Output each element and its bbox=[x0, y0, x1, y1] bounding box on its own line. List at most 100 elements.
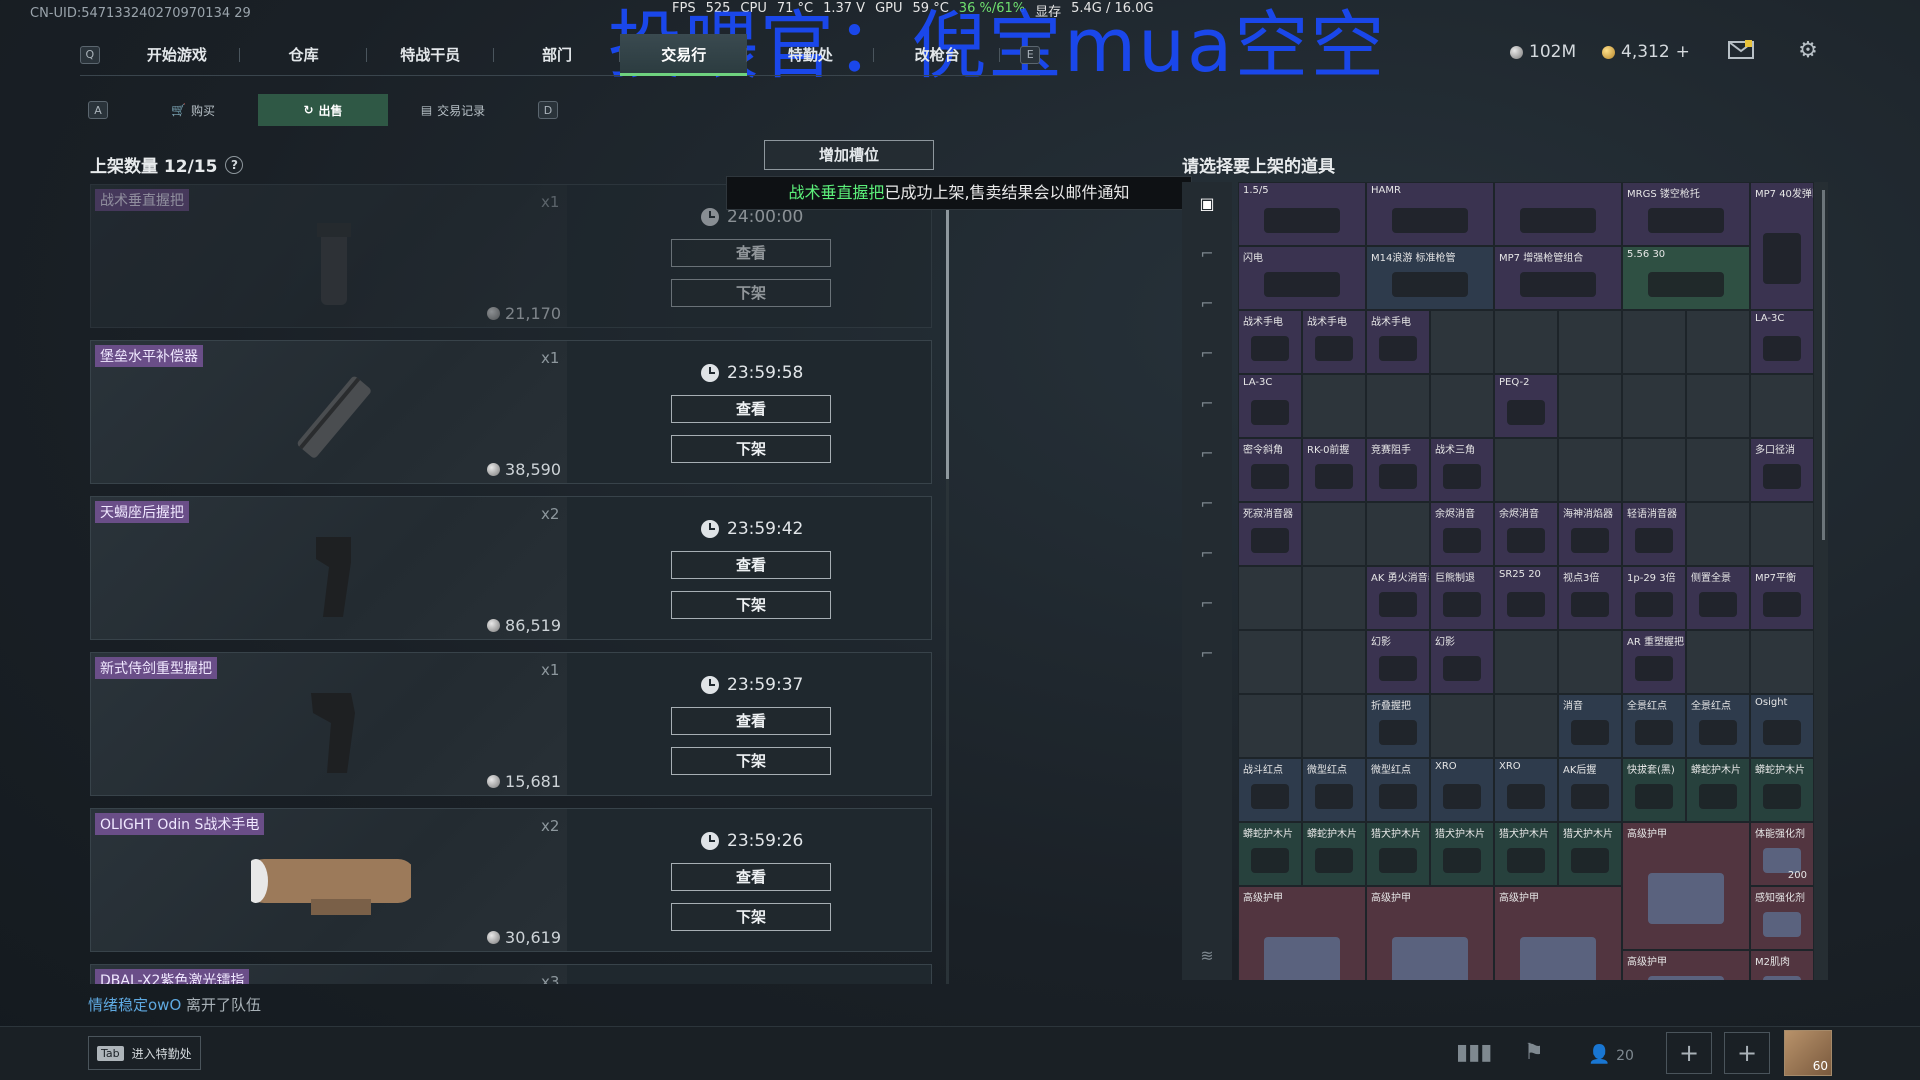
category-smg-icon[interactable]: ⌐ bbox=[1193, 294, 1221, 316]
inventory-item[interactable]: 战术手电 bbox=[1366, 310, 1430, 374]
inventory-item[interactable] bbox=[1494, 182, 1622, 246]
inventory-item[interactable]: 1p-29 3倍 bbox=[1622, 566, 1686, 630]
inventory-item[interactable]: 5.56 30 bbox=[1622, 246, 1750, 310]
inventory-item[interactable]: LA-3C bbox=[1238, 374, 1302, 438]
inventory-item[interactable]: SR25 20 bbox=[1494, 566, 1558, 630]
inventory-item[interactable]: 全景红点 bbox=[1686, 694, 1750, 758]
nav-tab-2[interactable]: 特战干员 bbox=[367, 34, 494, 76]
inventory-item[interactable]: AK 勇火消音器 bbox=[1366, 566, 1430, 630]
inventory-item[interactable]: 体能强化剂 200 bbox=[1750, 822, 1814, 886]
player-avatar[interactable]: 60 bbox=[1784, 1030, 1832, 1076]
view-button[interactable]: 查看 bbox=[671, 863, 831, 891]
delist-button[interactable]: 下架 bbox=[671, 591, 831, 619]
nav-tab-0[interactable]: 开始游戏 bbox=[114, 34, 241, 76]
inventory-item[interactable]: 余烬消音 bbox=[1494, 502, 1558, 566]
inventory-item[interactable]: MP7平衡 bbox=[1750, 566, 1814, 630]
friends-icon[interactable]: 👤 20 bbox=[1588, 1044, 1634, 1065]
view-button[interactable]: 查看 bbox=[671, 707, 831, 735]
inventory-item[interactable]: 微型红点 bbox=[1366, 758, 1430, 822]
inventory-item[interactable]: 蟒蛇护木片 bbox=[1686, 758, 1750, 822]
nav-left-key[interactable]: Q bbox=[80, 45, 100, 64]
subtab-left-key[interactable]: A bbox=[88, 101, 108, 119]
flag-icon[interactable]: ⚑ bbox=[1524, 1040, 1544, 1065]
inventory-item[interactable]: 幻影 bbox=[1366, 630, 1430, 694]
inventory-item[interactable]: 蟒蛇护木片 bbox=[1238, 822, 1302, 886]
category-lmg-icon[interactable]: ⌐ bbox=[1193, 494, 1221, 516]
stats-chart-icon[interactable]: ▮▮▮ bbox=[1456, 1040, 1492, 1065]
category-gear-icon[interactable]: ⌐ bbox=[1193, 644, 1221, 666]
inventory-item[interactable]: 猎犬护木片 bbox=[1558, 822, 1622, 886]
enter-special-ops-button[interactable]: Tab 进入特勤处 bbox=[88, 1036, 201, 1070]
inventory-item[interactable]: 全景红点 bbox=[1622, 694, 1686, 758]
inventory-item[interactable]: Osight bbox=[1750, 694, 1814, 758]
view-button[interactable]: 查看 bbox=[671, 551, 831, 579]
inventory-item[interactable]: MP7 增强枪管组合 bbox=[1494, 246, 1622, 310]
delist-button[interactable]: 下架 bbox=[671, 747, 831, 775]
inventory-item[interactable]: 高级护甲 bbox=[1238, 886, 1366, 980]
inventory-item[interactable]: 微型红点 bbox=[1302, 758, 1366, 822]
inventory-item[interactable]: XRO bbox=[1494, 758, 1558, 822]
inventory-item[interactable]: 感知强化剂 bbox=[1750, 886, 1814, 950]
category-rifle-icon[interactable]: ⌐ bbox=[1193, 244, 1221, 266]
mail-icon[interactable] bbox=[1728, 38, 1754, 62]
inventory-scrollbar[interactable] bbox=[1822, 190, 1825, 540]
nav-tab-1[interactable]: 仓库 bbox=[240, 34, 367, 76]
inventory-item[interactable]: 蟒蛇护木片 bbox=[1750, 758, 1814, 822]
delist-button[interactable]: 下架 bbox=[671, 435, 831, 463]
inventory-item[interactable]: 海神消焰器 bbox=[1558, 502, 1622, 566]
inventory-item[interactable]: 闪电 bbox=[1238, 246, 1366, 310]
inventory-item[interactable]: HAMR bbox=[1366, 182, 1494, 246]
nav-tab-6[interactable]: 改枪台 bbox=[874, 34, 1001, 76]
nav-right-key[interactable]: E bbox=[1020, 45, 1041, 64]
category-attachment-icon[interactable]: ⌐ bbox=[1193, 544, 1221, 566]
inventory-item[interactable]: 快拔套(黑) bbox=[1622, 758, 1686, 822]
inventory-item[interactable]: 战术手电 bbox=[1302, 310, 1366, 374]
inventory-item[interactable]: 高级护甲 bbox=[1622, 822, 1750, 950]
inventory-item[interactable]: 战斗红点 bbox=[1238, 758, 1302, 822]
inventory-item[interactable]: 巨熊制退 bbox=[1430, 566, 1494, 630]
category-pistol-icon[interactable]: ⌐ bbox=[1193, 394, 1221, 416]
inventory-item[interactable]: PEQ-2 bbox=[1494, 374, 1558, 438]
subtab-1[interactable]: ↻ 出售 bbox=[258, 94, 388, 126]
inventory-item[interactable]: 蟒蛇护木片 bbox=[1302, 822, 1366, 886]
inventory-item[interactable]: LA-3C bbox=[1750, 310, 1814, 374]
inventory-item[interactable]: 余烬消音 bbox=[1430, 502, 1494, 566]
add-slot-button[interactable]: 增加槽位 bbox=[764, 140, 934, 170]
delist-button[interactable]: 下架 bbox=[671, 279, 831, 307]
nav-tab-3[interactable]: 部门 bbox=[494, 34, 621, 76]
inventory-item[interactable]: RK-0前握 bbox=[1302, 438, 1366, 502]
add-button-2[interactable]: + bbox=[1724, 1032, 1770, 1074]
chat-username[interactable]: 情绪稳定owO bbox=[88, 996, 181, 1014]
inventory-item[interactable]: 消音 bbox=[1558, 694, 1622, 758]
inventory-item[interactable]: 高级护甲 bbox=[1494, 886, 1622, 980]
inventory-item[interactable]: AR 重塑握把 bbox=[1622, 630, 1686, 694]
inventory-item[interactable]: 1.5/5 bbox=[1238, 182, 1366, 246]
subtab-2[interactable]: ▤ 交易记录 bbox=[388, 94, 518, 126]
category-ammo-icon[interactable]: ⌐ bbox=[1193, 594, 1221, 616]
add-button-1[interactable]: + bbox=[1666, 1032, 1712, 1074]
category-shotgun-icon[interactable]: ⌐ bbox=[1193, 344, 1221, 366]
inventory-item[interactable]: 猎犬护木片 bbox=[1430, 822, 1494, 886]
inventory-item[interactable]: XRO bbox=[1430, 758, 1494, 822]
gold-add[interactable]: + bbox=[1676, 42, 1690, 62]
help-icon[interactable]: ? bbox=[225, 155, 244, 174]
inventory-item[interactable]: 轻语消音器 bbox=[1622, 502, 1686, 566]
inventory-item[interactable]: 幻影 bbox=[1430, 630, 1494, 694]
inventory-item[interactable]: M14浪游 标准枪管 bbox=[1366, 246, 1494, 310]
inventory-item[interactable]: M2肌肉 bbox=[1750, 950, 1814, 980]
gold-currency[interactable]: 4,312 + bbox=[1602, 42, 1690, 62]
layers-icon[interactable]: ≋ bbox=[1193, 946, 1221, 968]
inventory-item[interactable]: 战术三角 bbox=[1430, 438, 1494, 502]
inventory-item[interactable]: 多口径消 bbox=[1750, 438, 1814, 502]
nav-tab-5[interactable]: 特勤处 bbox=[747, 34, 874, 76]
inventory-item[interactable]: 高级护甲 bbox=[1366, 886, 1494, 980]
inventory-item[interactable]: 猎犬护木片 bbox=[1366, 822, 1430, 886]
view-button[interactable]: 查看 bbox=[671, 395, 831, 423]
inventory-item[interactable]: MP7 40发弹匣 bbox=[1750, 182, 1814, 310]
settings-gear-icon[interactable]: ⚙ bbox=[1796, 40, 1820, 62]
delist-button[interactable]: 下架 bbox=[671, 903, 831, 931]
listing-scroll-thumb[interactable] bbox=[946, 184, 949, 479]
inventory-item[interactable]: 猎犬护木片 bbox=[1494, 822, 1558, 886]
inventory-item[interactable]: 侧置全景 bbox=[1686, 566, 1750, 630]
inventory-item[interactable]: MRGS 镂空枪托 bbox=[1622, 182, 1750, 246]
